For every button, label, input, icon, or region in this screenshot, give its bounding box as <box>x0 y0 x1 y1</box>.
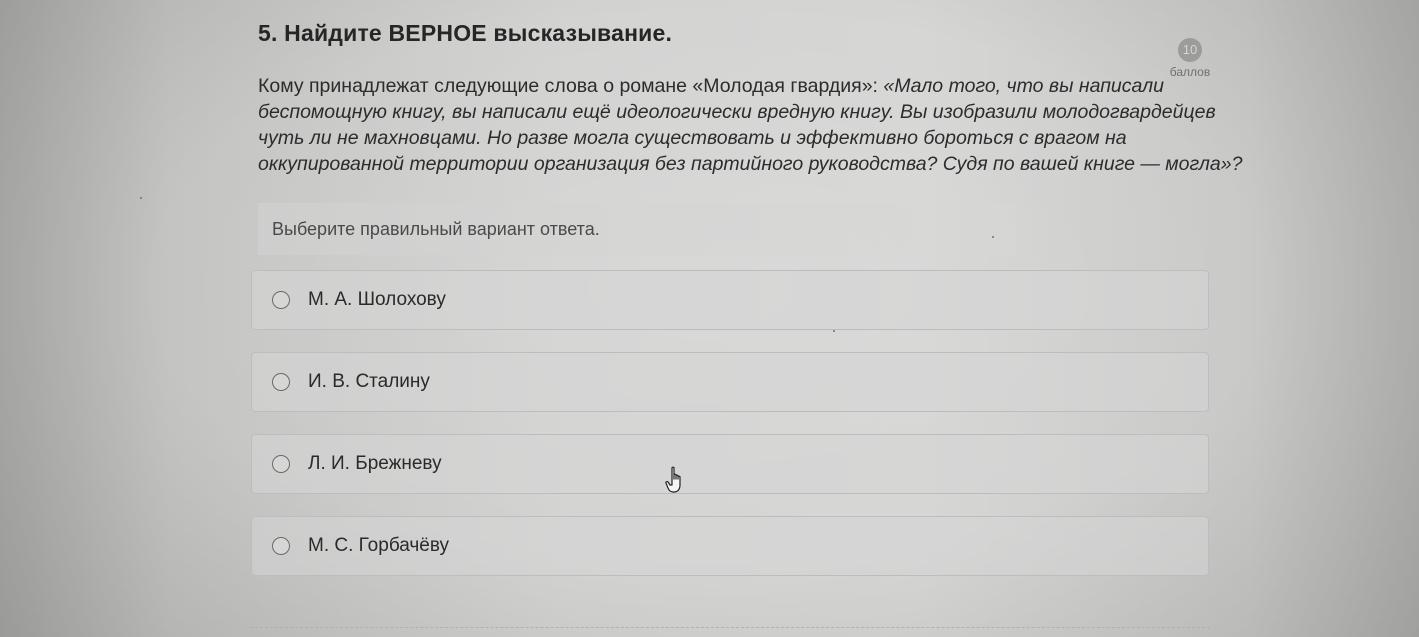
question-text-line: оккупированной территории организация бе… <box>258 151 1242 177</box>
hand-pointer-icon <box>665 466 681 493</box>
answer-option-label: И. В. Сталину <box>308 371 430 392</box>
answer-option-stalin[interactable]: И. В. Сталину <box>251 352 1209 412</box>
question-text-line: Кому принадлежат следующие слова о роман… <box>258 73 1218 99</box>
radio-circle-icon[interactable] <box>272 537 290 555</box>
question-text-lead: Кому принадлежат следующие слова о роман… <box>258 75 884 97</box>
points-badge: 10 <box>1178 38 1202 62</box>
question-title: 5. Найдите ВЕРНОЕ высказывание. <box>258 20 673 46</box>
screen-speck <box>992 236 994 238</box>
radio-circle-icon[interactable] <box>272 455 290 473</box>
answer-option-label: М. А. Шолохову <box>308 289 446 310</box>
screen-speck <box>833 330 835 332</box>
answer-option-label: М. С. Горбачёву <box>308 535 450 556</box>
radio-circle-icon[interactable] <box>272 373 290 391</box>
answer-options: М. А. Шолохову И. В. Сталину Л. И. Брежн… <box>251 270 1209 598</box>
question-text-line: чуть ли не махновцами. Но разве могла су… <box>258 125 1218 151</box>
question-text-line: беспомощную книгу, вы написали ещё идеол… <box>258 99 1218 125</box>
answer-option-brezhnev[interactable]: Л. И. Брежневу <box>251 434 1209 494</box>
question-quote: «Мало того, что вы написали <box>883 75 1164 97</box>
radio-circle-icon[interactable] <box>272 291 290 309</box>
question-quote: оккупированной территории организация бе… <box>258 153 1243 175</box>
question-quote: чуть ли не махновцами. Но разве могла су… <box>258 127 1127 149</box>
screen-speck <box>140 197 142 199</box>
question-quote: беспомощную книгу, вы написали ещё идеол… <box>258 101 1216 123</box>
answer-instruction: Выберите правильный вариант ответа. <box>258 203 1018 255</box>
section-divider <box>250 627 1210 628</box>
answer-option-label: Л. И. Брежневу <box>308 453 442 474</box>
question-text: Кому принадлежат следующие слова о роман… <box>258 73 1242 177</box>
answer-option-sholokhov[interactable]: М. А. Шолохову <box>251 270 1209 330</box>
answer-option-gorbachev[interactable]: М. С. Горбачёву <box>251 516 1209 576</box>
